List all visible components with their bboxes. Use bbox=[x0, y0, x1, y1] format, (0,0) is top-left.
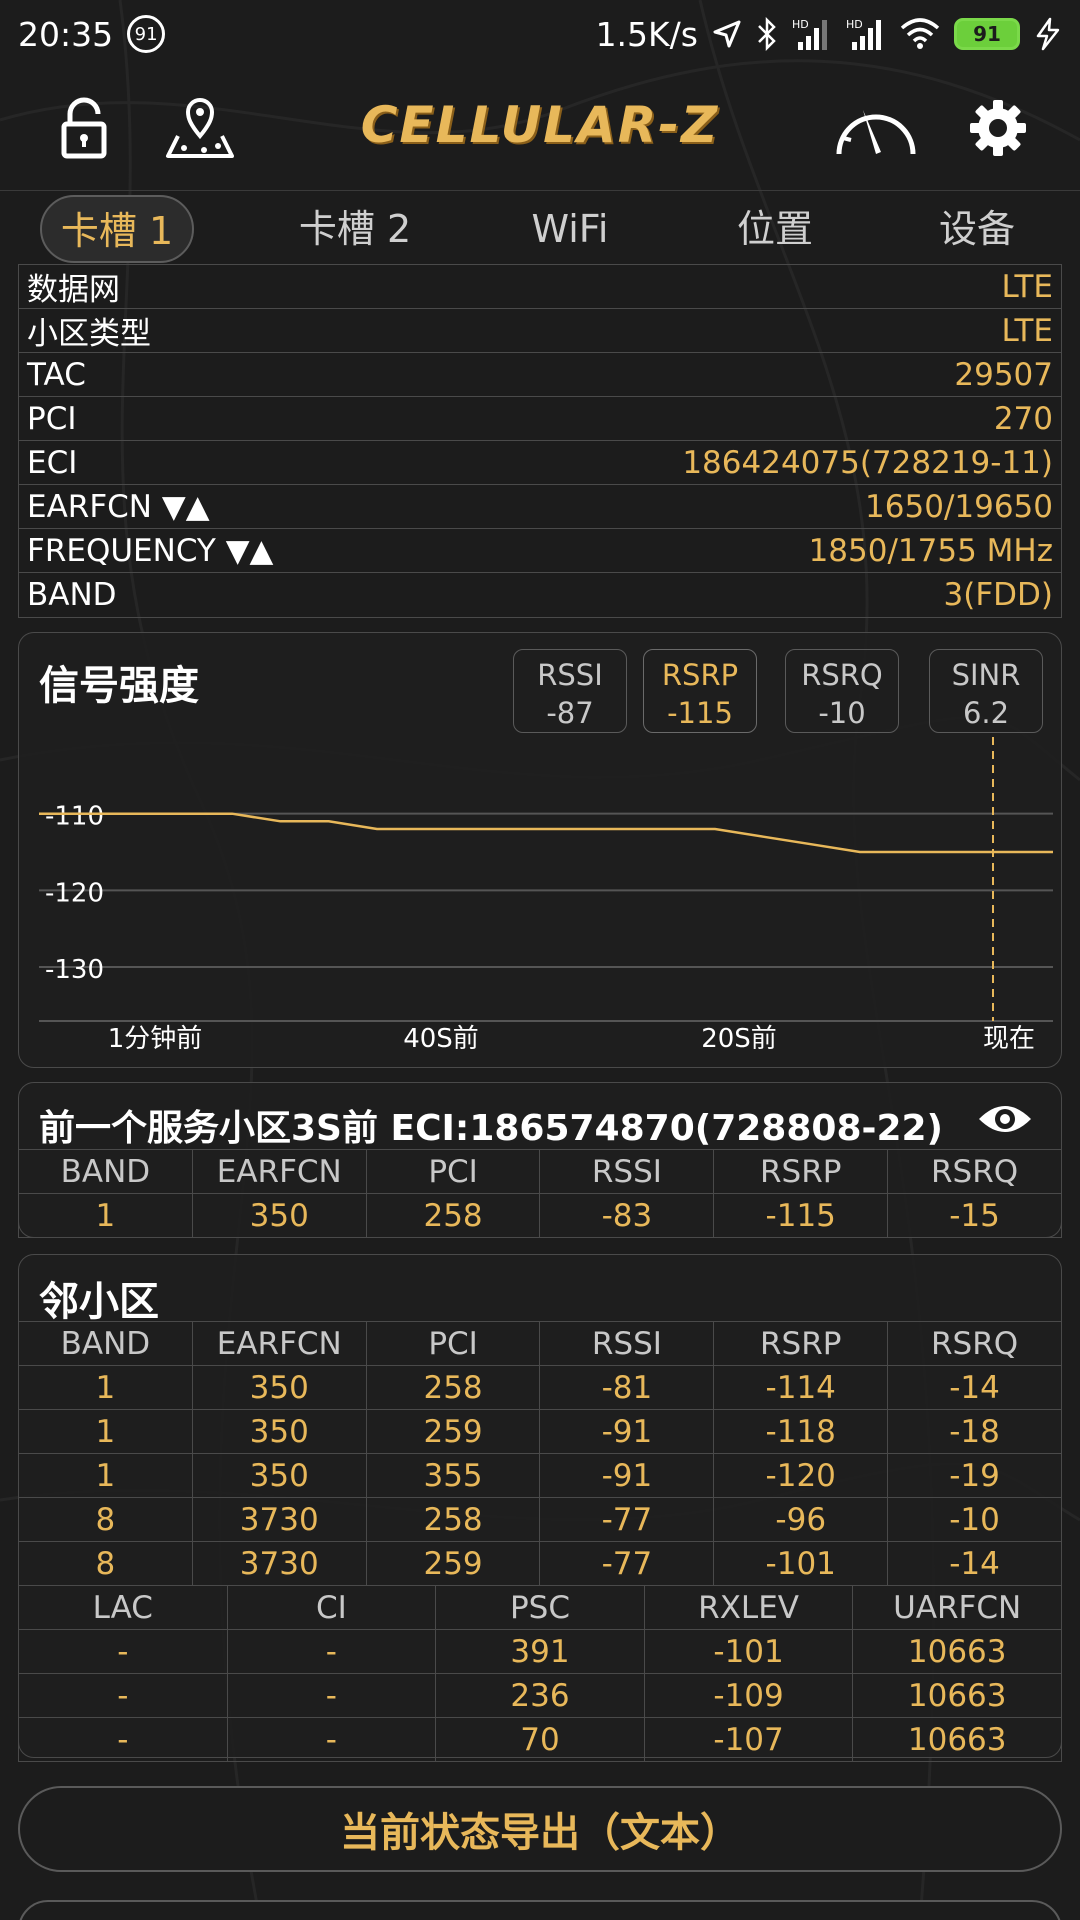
y-tick-label: -120 bbox=[45, 878, 104, 908]
table-row: 8 3730 258 -77 -96 -10 bbox=[18, 1497, 1062, 1542]
info-row-frequency[interactable]: FREQUENCY ▼▲ 1850/1755 MHz bbox=[19, 529, 1061, 573]
cell-info-table: 数据网 LTE 小区类型 LTE TAC 29507 PCI 270 ECI 186424… bbox=[18, 264, 1062, 618]
table-header-row: BAND EARFCN PCI RSSI RSRP RSRQ bbox=[18, 1321, 1062, 1366]
svg-text:HD: HD bbox=[846, 18, 863, 31]
signal-hd-icon-1: HD bbox=[792, 18, 827, 50]
table-row: 1 350 355 -91 -120 -19 bbox=[18, 1453, 1062, 1498]
info-row-tac: TAC 29507 bbox=[19, 353, 1061, 397]
previous-cell-card: 前一个服务小区3S前 ECI:186574870(728808-22) BAND… bbox=[18, 1082, 1062, 1238]
bluetooth-icon bbox=[758, 17, 776, 51]
x-tick-label: 40S前 bbox=[403, 1024, 479, 1054]
info-row-data-network: 数据网 LTE bbox=[19, 265, 1061, 309]
settings-gear-icon[interactable] bbox=[958, 88, 1038, 168]
tab-wifi[interactable]: WiFi bbox=[510, 195, 630, 263]
neighbor-umts-table: LAC CI PSC RXLEV UARFCN - -391 -101 10663 - -236… bbox=[18, 1585, 1062, 1762]
table-row: - -391 -101 10663 bbox=[18, 1629, 1062, 1674]
app-toolbar: CELLULAR-Z bbox=[0, 74, 1080, 178]
lock-icon[interactable] bbox=[44, 88, 124, 168]
svg-text:HD: HD bbox=[792, 18, 809, 31]
eye-icon[interactable] bbox=[977, 1099, 1033, 1139]
table-header-row: BAND EARFCN PCI RSSI RSRP RSRQ bbox=[18, 1149, 1062, 1194]
previous-cell-title: 前一个服务小区3S前 ECI:186574870(728808-22) bbox=[39, 1108, 943, 1149]
x-tick-label: 1分钟前 bbox=[108, 1024, 203, 1054]
info-row-band: BAND 3(FDD) bbox=[27, 577, 1053, 613]
info-row-earfcn[interactable]: EARFCN ▼▲ 1650/19650 bbox=[19, 485, 1061, 529]
rsrp-series-line bbox=[39, 812, 1053, 854]
x-tick-label: 现在 bbox=[983, 1024, 1035, 1054]
battery-indicator: 91 bbox=[954, 18, 1020, 50]
tab-bar: 卡槽 1 卡槽 2 WiFi 位置 设备 bbox=[0, 190, 1080, 264]
tab-location[interactable]: 位置 bbox=[720, 195, 830, 263]
wifi-icon bbox=[900, 18, 940, 49]
y-tick-label: -110 bbox=[45, 802, 104, 832]
status-time: 20:35 bbox=[18, 14, 114, 54]
table-row: - -236 -109 10663 bbox=[18, 1673, 1062, 1718]
table-header-row: LAC CI PSC RXLEV UARFCN bbox=[18, 1585, 1062, 1630]
map-location-icon[interactable] bbox=[160, 88, 240, 168]
charging-icon bbox=[1036, 17, 1060, 51]
tab-slot-1[interactable]: 卡槽 1 bbox=[40, 195, 194, 263]
signal-line-chart: -110 -120 -130 1分钟前 40S前 20S前 现在 bbox=[39, 737, 1053, 1054]
signal-hd-icon-2: HD bbox=[846, 18, 881, 50]
notification-count-badge: 91 bbox=[127, 15, 166, 53]
network-speed: 1.5K/s bbox=[595, 14, 698, 54]
info-row-eci: ECI 186424075(728219-11) bbox=[19, 441, 1061, 485]
table-row: 1 350 259 -91 -118 -18 bbox=[18, 1409, 1062, 1454]
info-row-cell-type: 小区类型 LTE bbox=[19, 309, 1061, 353]
previous-cell-table: BAND EARFCN PCI RSSI RSRP RSRQ 1 350 258 -83 -115… bbox=[18, 1149, 1062, 1238]
status-bar: 20:35 91 1.5K/s HD HD 91 bbox=[0, 0, 1080, 68]
next-button-partial[interactable] bbox=[18, 1900, 1062, 1920]
signal-strength-card: 信号强度 RSSI -87 RSRP -115 RSRQ -10 SINR 6.2 -1… bbox=[18, 632, 1062, 1068]
app-logo: CELLULAR-Z bbox=[360, 96, 720, 154]
table-row: 8 3730 259 -77 -101 -14 bbox=[18, 1541, 1062, 1586]
speedometer-icon[interactable] bbox=[830, 88, 922, 168]
export-text-button[interactable]: 当前状态导出（文本） bbox=[18, 1786, 1062, 1872]
table-row: 1 350 258 -81 -114 -14 bbox=[18, 1365, 1062, 1410]
neighbor-cells-title: 邻小区 bbox=[39, 1279, 159, 1325]
tab-device[interactable]: 设备 bbox=[922, 195, 1032, 263]
neighbor-cells-card: 邻小区 BAND EARFCN PCI RSSI RSRP RSRQ 1 350 258 -81… bbox=[18, 1254, 1062, 1762]
location-arrow-icon bbox=[713, 20, 741, 48]
x-tick-label: 20S前 bbox=[701, 1024, 777, 1054]
table-row: 1 350 258 -83 -115 -15 bbox=[18, 1193, 1062, 1238]
neighbor-lte-table: BAND EARFCN PCI RSSI RSRP RSRQ 1 350 258 -81 -114… bbox=[18, 1321, 1062, 1586]
info-row-pci: PCI 270 bbox=[19, 397, 1061, 441]
y-tick-label: -130 bbox=[45, 955, 104, 985]
table-row: - -70 -107 10663 bbox=[18, 1717, 1062, 1762]
tab-slot-2[interactable]: 卡槽 2 bbox=[280, 195, 430, 263]
